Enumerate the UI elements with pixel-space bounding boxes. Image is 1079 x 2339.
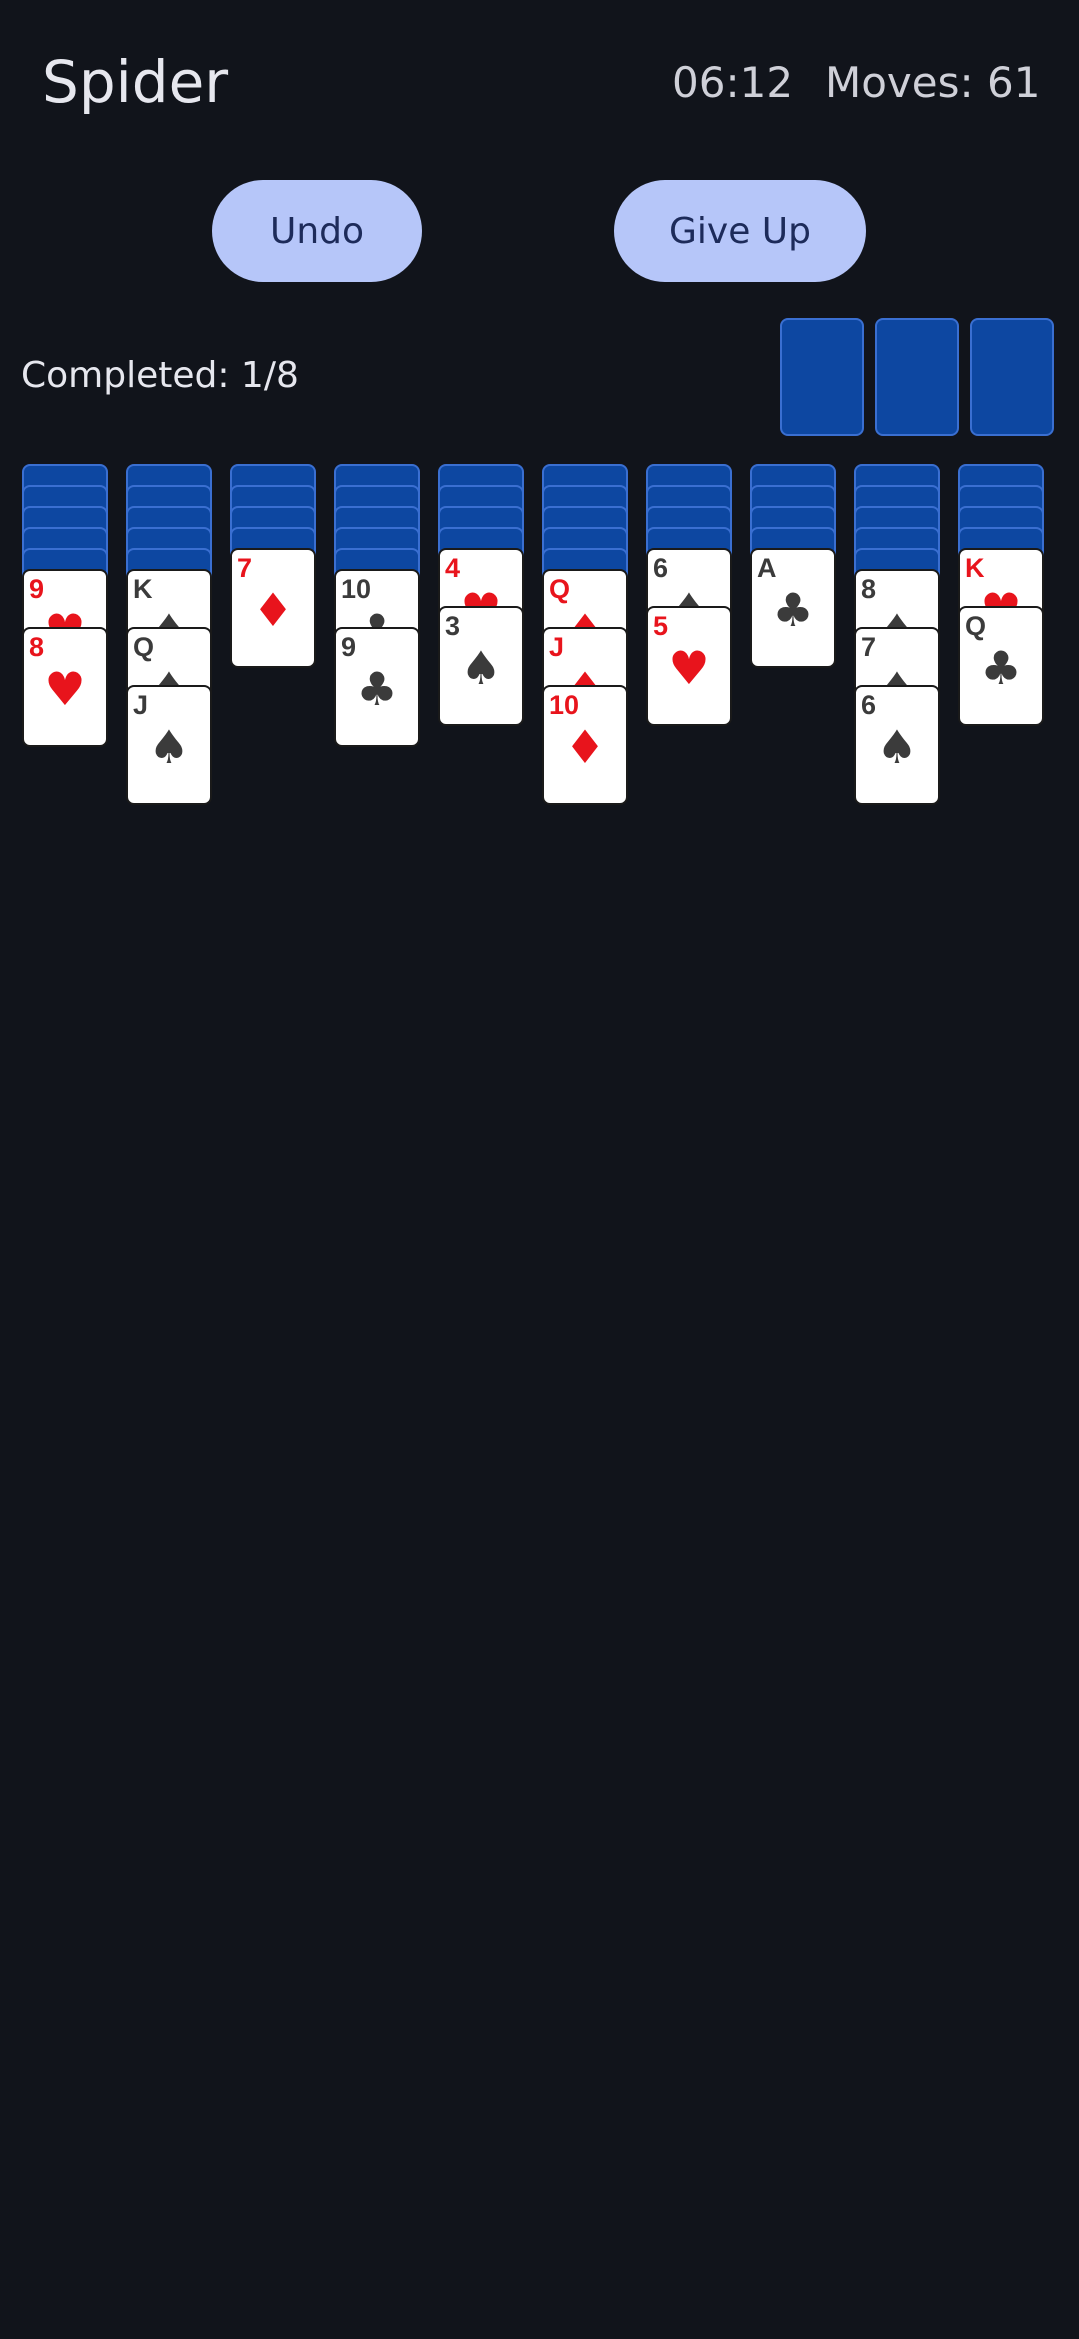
card-rank: Q [133, 632, 155, 662]
playing-card[interactable]: A ♣ [750, 548, 836, 668]
completed-count: Completed: 1/8 [21, 355, 299, 396]
card-rank: J [133, 690, 149, 720]
timer: 06:12 [672, 58, 794, 107]
card-rank: 3 [445, 611, 461, 641]
spades-suit-icon: ♠ [148, 720, 190, 774]
card-rank: 9 [341, 632, 357, 662]
card-rank: 4 [445, 553, 461, 583]
card-rank: 6 [653, 553, 669, 583]
card-rank: 8 [29, 632, 45, 662]
playing-card[interactable]: 8 ♥ [22, 627, 108, 747]
card-rank: K [965, 553, 985, 583]
spades-suit-icon: ♠ [876, 720, 918, 774]
card-rank: K [133, 574, 153, 604]
hearts-suit-icon: ♥ [44, 662, 86, 716]
playing-card[interactable]: 3 ♠ [438, 606, 524, 726]
clubs-suit-icon: ♣ [356, 662, 398, 716]
stock-pile[interactable] [780, 318, 864, 436]
card-rank: 7 [237, 553, 253, 583]
undo-button[interactable]: Undo [212, 180, 422, 282]
clubs-suit-icon: ♣ [980, 641, 1022, 695]
card-rank: J [549, 632, 565, 662]
stock-pile[interactable] [970, 318, 1054, 436]
playing-card[interactable]: 6♠ [854, 685, 940, 805]
card-rank: Q [549, 574, 571, 604]
game-title: Spider [42, 48, 229, 116]
card-rank: 9 [29, 574, 45, 604]
card-rank: 10 [549, 690, 580, 720]
clubs-suit-icon: ♣ [772, 583, 814, 637]
card-rank: 5 [653, 611, 669, 641]
card-rank: 6 [861, 690, 877, 720]
card-rank: 7 [861, 632, 877, 662]
card-rank: 10 [341, 574, 372, 604]
playing-card[interactable]: 5 ♥ [646, 606, 732, 726]
stock-pile[interactable] [875, 318, 959, 436]
card-rank: 8 [861, 574, 877, 604]
playing-card[interactable]: 7 ♦ [230, 548, 316, 668]
card-rank: A [757, 553, 777, 583]
playing-card[interactable]: 10 ♦ [542, 685, 628, 805]
playing-card[interactable]: 9 ♣ [334, 627, 420, 747]
playing-card[interactable]: Q ♣ [958, 606, 1044, 726]
hearts-suit-icon: ♥ [668, 641, 710, 695]
diamonds-suit-icon: ♦ [564, 720, 606, 774]
card-rank: Q [965, 611, 987, 641]
spades-suit-icon: ♠ [460, 641, 502, 695]
diamonds-suit-icon: ♦ [252, 583, 294, 637]
give-up-button[interactable]: Give Up [614, 180, 866, 282]
playing-card[interactable]: J ♠ [126, 685, 212, 805]
move-counter: Moves: 61 [825, 58, 1041, 107]
